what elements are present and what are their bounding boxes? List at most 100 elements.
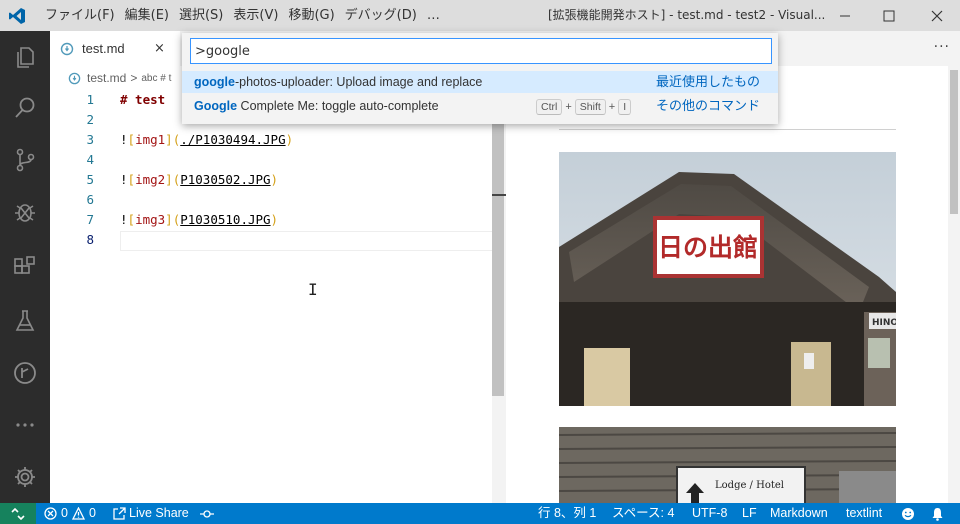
- menu-item-0[interactable]: ファイル(F): [40, 0, 120, 31]
- code-token: # test: [120, 92, 166, 107]
- status-bar: 0 0 Live Share 行 8、列 1 スペース: 4 UTF-8 LF …: [0, 503, 960, 524]
- preview-scrollbar-thumb[interactable]: [950, 70, 958, 214]
- key-i: I: [618, 98, 632, 115]
- command-category: その他のコマンド: [655, 98, 760, 113]
- warning-count: 0: [88, 506, 96, 520]
- preview-image-1: 日の出館 HINOD: [559, 152, 896, 406]
- code-token: !: [120, 132, 128, 147]
- title-bar: ファイル(F) 編集(E) 選択(S) 表示(V) 移動(G) デバッグ(D)… [拡張機…: [0, 0, 960, 31]
- editor-line[interactable]: 5 ![img2](P1030502.JPG): [50, 170, 490, 190]
- menu-item-4[interactable]: 移動(G): [283, 0, 339, 31]
- menu-item-1[interactable]: 編集(E): [120, 0, 174, 31]
- code-token: ): [285, 132, 294, 147]
- git-graph-icon[interactable]: [0, 349, 50, 397]
- menu-item-5[interactable]: デバッグ(D): [340, 0, 422, 31]
- line-number: 6: [86, 192, 94, 207]
- menu-item-6[interactable]: …: [422, 0, 445, 31]
- menu-item-3[interactable]: 表示(V): [228, 0, 283, 31]
- code-token: [: [127, 212, 136, 227]
- preview-image-2: Lodge / Hotel: [559, 427, 896, 503]
- warning-icon: [71, 507, 85, 520]
- live-share-icon: [113, 507, 126, 520]
- markdown-file-icon: [60, 42, 74, 55]
- menu-bar: ファイル(F) 編集(E) 選択(S) 表示(V) 移動(G) デバッグ(D)…: [40, 0, 445, 31]
- command-item-google-photos-uploader[interactable]: google-photos-uploader: Upload image and…: [182, 71, 778, 93]
- line-code: ![img1](./P1030494.JPG): [120, 130, 293, 150]
- end-of-line[interactable]: LF: [742, 503, 757, 524]
- tab-label: test.md: [82, 41, 125, 56]
- more-actions-icon[interactable]: ···: [934, 39, 950, 55]
- editor-line[interactable]: 8: [50, 230, 490, 250]
- code-token: ](: [165, 132, 181, 147]
- command-label: Complete Me: toggle auto-complete: [237, 99, 439, 113]
- code-token: ./P1030494.JPG: [180, 132, 286, 147]
- feedback-smiley-icon[interactable]: [901, 503, 915, 524]
- minimize-button[interactable]: [822, 0, 868, 31]
- live-share-button[interactable]: Live Share: [113, 503, 189, 524]
- remote-icon[interactable]: [0, 503, 36, 524]
- explorer-icon[interactable]: [0, 33, 50, 81]
- line-number: 4: [86, 152, 94, 167]
- code-token: img2: [135, 172, 166, 187]
- overview-ruler-cursor: [492, 194, 506, 196]
- line-code: ![img3](P1030510.JPG): [120, 210, 278, 230]
- code-token: img3: [135, 212, 166, 227]
- tab-test-md[interactable]: test.md ×: [50, 31, 180, 66]
- tab-close-icon[interactable]: ×: [154, 41, 165, 56]
- keybinding: Ctrl + Shift + I: [536, 95, 632, 118]
- problems-indicator[interactable]: 0 0: [44, 503, 96, 524]
- code-token: [: [127, 132, 136, 147]
- line-number: 3: [86, 132, 94, 147]
- code-token: P1030510.JPG: [180, 212, 271, 227]
- live-share-label: Live Share: [129, 506, 189, 520]
- encoding[interactable]: UTF-8: [692, 503, 727, 524]
- more-icon[interactable]: [0, 401, 50, 449]
- lodge-sign-text: Lodge / Hotel: [715, 480, 784, 491]
- extensions-icon[interactable]: [0, 243, 50, 291]
- settings-gear-icon[interactable]: [0, 453, 50, 501]
- markdown-preview[interactable]: 日の出館 HINOD Lodge / Hotel: [506, 66, 960, 503]
- command-palette-input[interactable]: [190, 38, 772, 64]
- code-token: !: [120, 212, 128, 227]
- line-code: ![img2](P1030502.JPG): [120, 170, 278, 190]
- indentation[interactable]: スペース: 4: [612, 503, 674, 524]
- code-token: ): [270, 172, 279, 187]
- editor-line[interactable]: 3 ![img1](./P1030494.JPG): [50, 130, 490, 150]
- key-shift: Shift: [574, 98, 606, 115]
- side-sign-text: HINOD: [872, 318, 896, 328]
- editor-line[interactable]: 4: [50, 150, 490, 170]
- line-number: 2: [86, 112, 94, 127]
- menu-item-2[interactable]: 選択(S): [174, 0, 228, 31]
- editor-line[interactable]: 6: [50, 190, 490, 210]
- close-window-button[interactable]: [914, 0, 960, 31]
- key-ctrl: Ctrl: [536, 98, 563, 115]
- breadcrumb-separator: >: [130, 71, 138, 85]
- breadcrumb-file[interactable]: test.md: [87, 71, 126, 85]
- editor-line[interactable]: 7 ![img3](P1030510.JPG): [50, 210, 490, 230]
- code-token: img1: [135, 132, 166, 147]
- sync-icon[interactable]: [200, 503, 214, 524]
- command-category: 最近使用したもの: [655, 74, 760, 89]
- cursor-position[interactable]: 行 8、列 1: [538, 503, 596, 524]
- notifications-bell-icon[interactable]: [931, 503, 944, 524]
- error-icon: [44, 507, 57, 520]
- maximize-button[interactable]: [866, 0, 912, 31]
- language-mode[interactable]: Markdown: [770, 503, 828, 524]
- code-token: ): [270, 212, 279, 227]
- test-flask-icon[interactable]: [0, 297, 50, 345]
- command-item-google-complete-me[interactable]: Google Complete Me: toggle auto-complete…: [182, 95, 778, 117]
- source-control-icon[interactable]: [0, 136, 50, 184]
- line-code: # test: [120, 90, 165, 110]
- vscode-logo-icon: [0, 0, 34, 31]
- line-number: 5: [86, 172, 94, 187]
- breadcrumb-symbol[interactable]: abc # t: [141, 73, 171, 84]
- command-match: Google: [194, 99, 238, 113]
- command-palette: google-photos-uploader: Upload image and…: [182, 33, 778, 124]
- code-editor[interactable]: I 1 # test 2 3 ![img1](./P1030494.JPG) 4 5 ![im…: [50, 90, 500, 503]
- code-token: !: [120, 172, 128, 187]
- debug-icon[interactable]: [0, 188, 50, 236]
- error-count: 0: [61, 506, 68, 520]
- linter-status[interactable]: textlint: [846, 503, 882, 524]
- search-icon[interactable]: [0, 84, 50, 132]
- code-token: ](: [165, 212, 181, 227]
